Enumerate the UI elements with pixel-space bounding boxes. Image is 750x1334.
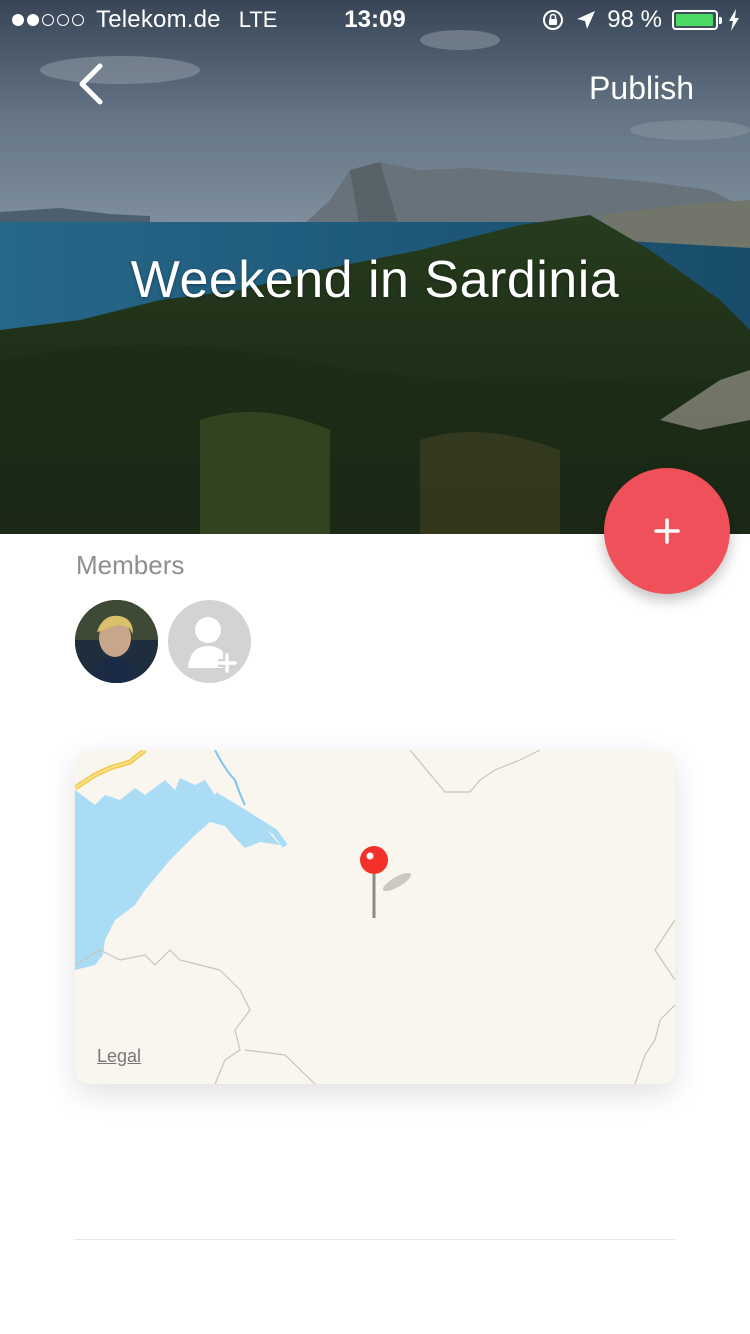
add-person-icon	[188, 617, 237, 673]
location-arrow-icon	[577, 11, 596, 29]
location-map[interactable]: Legal	[75, 750, 675, 1084]
trip-title: Weekend in Sardinia	[130, 251, 620, 309]
battery-level-fill	[676, 14, 714, 26]
member-photo	[75, 600, 158, 683]
add-member-button[interactable]	[168, 600, 251, 683]
back-button[interactable]	[70, 60, 114, 108]
members-heading: Members	[76, 550, 185, 580]
add-fab-button[interactable]	[604, 468, 730, 594]
publish-button[interactable]: Publish	[589, 70, 694, 107]
status-right: 98 %	[541, 6, 740, 34]
map-view	[75, 750, 675, 1084]
charging-bolt-icon	[729, 9, 739, 31]
status-bar: Telekom.de LTE 13:09 98 %	[0, 0, 750, 40]
battery-percentage: 98 %	[607, 6, 662, 33]
plus-icon	[654, 518, 680, 544]
chevron-left-icon	[79, 63, 103, 105]
hero-header: Telekom.de LTE 13:09 98 % Publish Weeken…	[0, 0, 750, 534]
map-legal-link[interactable]: Legal	[97, 1046, 141, 1067]
member-avatar[interactable]	[75, 600, 158, 683]
battery-icon	[672, 10, 722, 30]
section-divider	[75, 1239, 675, 1240]
rotation-lock-icon	[543, 10, 564, 30]
